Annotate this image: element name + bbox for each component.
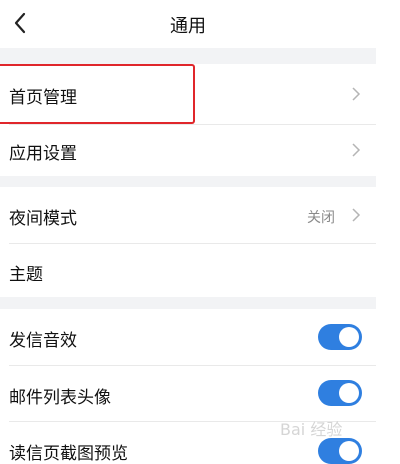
row-app-settings[interactable]: 应用设置 [0,125,376,176]
row-label: 邮件列表头像 [9,388,111,408]
section-gap [0,48,376,64]
highlight-box [0,64,195,124]
row-label: 读信页截图预览 [9,444,128,464]
top-bar: 通用 [0,0,400,48]
row-label: 发信音效 [9,331,77,351]
toggle-knob [339,441,359,461]
row-theme[interactable]: 主题 [0,244,376,297]
screenshot-preview-toggle[interactable] [318,438,362,464]
row-list-avatar: 邮件列表头像 [0,366,376,421]
chevron-right-icon [352,208,361,222]
row-label: 主题 [9,265,43,285]
section-gap [0,297,376,309]
page-title: 通用 [170,16,206,37]
chevron-right-icon [352,87,361,101]
list-avatar-toggle[interactable] [318,380,362,406]
section-gap [0,176,376,187]
toggle-knob [339,383,359,403]
right-margin [376,0,400,463]
watermark: Bai 经验 [280,420,343,439]
chevron-right-icon [352,143,361,157]
row-send-sound: 发信音效 [0,309,376,365]
row-label: 夜间模式 [9,209,77,229]
toggle-knob [339,327,359,347]
night-mode-value: 关闭 [307,210,335,226]
send-sound-toggle[interactable] [318,324,362,350]
row-night-mode[interactable]: 夜间模式 关闭 [0,187,376,243]
row-label: 应用设置 [9,144,77,164]
